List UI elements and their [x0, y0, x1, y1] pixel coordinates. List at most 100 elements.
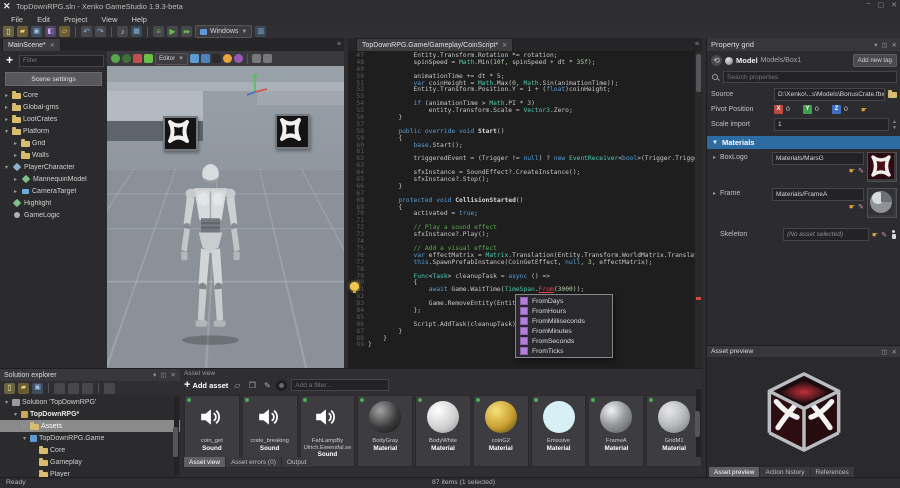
tab-coinscript[interactable]: TopDownRPG.Game/Gameplay/CoinScript* ✕	[356, 38, 513, 51]
windows-dropdown[interactable]: Windows ▼	[195, 25, 252, 38]
pin-icon[interactable]: ◫	[160, 371, 166, 379]
sphere-orange-icon[interactable]	[223, 54, 232, 63]
code-line[interactable]: 77 this.SpawnPrefabInstance(CoinGetEffec…	[348, 260, 702, 267]
undo-icon[interactable]	[81, 26, 92, 37]
scene-viewport[interactable]	[107, 66, 344, 368]
skeleton-field[interactable]: (No asset selected)	[783, 228, 869, 241]
browse-folder-icon[interactable]	[888, 92, 897, 98]
chevron-down-icon[interactable]: ▾	[21, 435, 28, 442]
open-icon[interactable]	[17, 26, 28, 37]
pivot-x-value[interactable]: 0	[786, 106, 800, 113]
screen-icon[interactable]	[131, 26, 142, 37]
chevron-right-icon[interactable]: ▸	[3, 116, 10, 123]
hand-picker-icon[interactable]: ☛	[861, 106, 867, 114]
code-editor[interactable]: 47 Entity.Transform.Rotation *= rotation…	[348, 51, 702, 368]
asset-preview-viewport[interactable]	[707, 357, 900, 467]
chevron-down-icon[interactable]: ▾	[12, 411, 19, 418]
tree-item-mannequinmodel[interactable]: ▸MannequinModel	[0, 173, 107, 185]
open-icon[interactable]	[18, 383, 29, 394]
chevron-right-icon[interactable]: ▸	[3, 92, 10, 99]
close-icon[interactable]: ✕	[892, 41, 897, 49]
add-green-icon[interactable]	[144, 54, 153, 63]
ref-b-icon[interactable]	[68, 383, 79, 394]
scale-import-field[interactable]: 1	[774, 118, 889, 131]
edit-pencil-icon[interactable]: ✎	[881, 231, 887, 239]
chevron-right-icon[interactable]: ▸	[21, 423, 28, 430]
material-field[interactable]: Materials/MarsG	[772, 152, 864, 165]
gray-a-icon[interactable]	[252, 54, 261, 63]
tab-mainscene[interactable]: MainScene* ✕	[2, 38, 61, 51]
material-field[interactable]: Materials/FrameA	[772, 188, 864, 201]
tree-item-cameratarget[interactable]: ▸CameraTarget	[0, 185, 107, 197]
chevron-right-icon[interactable]: ▸	[12, 188, 19, 195]
code-line[interactable]: 73 sfxInstance?.Play();	[348, 232, 702, 239]
close-icon[interactable]: ✕	[892, 348, 897, 356]
chevron-right-icon[interactable]: ▸	[711, 190, 718, 218]
edit-pencil-icon[interactable]: ✎	[858, 203, 864, 211]
sphere-purple-icon[interactable]	[234, 54, 243, 63]
tab-references[interactable]: References	[811, 467, 854, 477]
edit-icon[interactable]: ✎	[262, 380, 272, 390]
code-scrollbar[interactable]	[695, 51, 702, 368]
tree-item-solution-topdownrpg-[interactable]: ▾Solution 'TopDownRPG'	[0, 396, 180, 408]
lightbulb-icon[interactable]	[350, 282, 359, 291]
cube-red-icon[interactable]	[133, 54, 142, 63]
mannequin-character[interactable]	[163, 134, 258, 368]
screen-blue-icon[interactable]	[190, 54, 199, 63]
hierarchy-filter-input[interactable]	[19, 55, 104, 67]
close-icon[interactable]: ✕	[891, 1, 897, 9]
intellisense-item-fromhours[interactable]: FromHours	[516, 306, 612, 316]
asset-tile-framea[interactable]: FrameAMaterial	[588, 395, 644, 467]
chevron-down-icon[interactable]: ▾	[3, 128, 10, 135]
folder2-icon[interactable]	[59, 26, 70, 37]
editor-mode-dropdown[interactable]: Editor ▼	[155, 53, 188, 65]
menu-item-project[interactable]: Project	[57, 14, 94, 25]
scrollbar-thumb[interactable]	[696, 54, 701, 92]
save-icon[interactable]	[31, 26, 42, 37]
add-asset-button[interactable]: Add asset	[184, 379, 228, 391]
asset-filter-input[interactable]	[291, 379, 389, 391]
close-icon[interactable]: ✕	[502, 42, 507, 49]
code-line[interactable]: 56 }	[348, 115, 702, 122]
tree-item-core[interactable]: Core	[0, 444, 180, 456]
tree-item-gamelogic[interactable]: GameLogic	[0, 209, 107, 221]
tag-icon[interactable]: ▱	[232, 380, 242, 390]
asset-tile-bodygray[interactable]: BodyGrayMaterial	[357, 395, 413, 467]
chevron-right-icon[interactable]: ▸	[12, 176, 19, 183]
close-icon[interactable]: ✕	[171, 371, 176, 379]
intellisense-item-fromminutes[interactable]: FromMinutes	[516, 326, 612, 336]
skeleton-picker-icon[interactable]	[890, 230, 897, 239]
intellisense-item-frommilliseconds[interactable]: FromMilliseconds	[516, 316, 612, 326]
hamburger-icon[interactable]: ≡	[695, 41, 699, 48]
tab-asset-view[interactable]: Asset view	[184, 457, 225, 467]
step-icon[interactable]	[181, 26, 192, 37]
tab-output[interactable]: Output	[282, 457, 312, 467]
menu-item-file[interactable]: File	[4, 14, 30, 25]
redo-icon[interactable]	[95, 26, 106, 37]
edit-pencil-icon[interactable]: ✎	[858, 167, 864, 175]
snap-green-icon[interactable]	[111, 54, 120, 63]
asset-tile-bodywhite[interactable]: BodyWhiteMaterial	[415, 395, 471, 467]
chevron-right-icon[interactable]: ▸	[12, 152, 19, 159]
menu-item-view[interactable]: View	[94, 14, 124, 25]
tab-asset-errors-0-[interactable]: Asset errors (0)	[226, 457, 281, 467]
pin-icon[interactable]: ◫	[881, 41, 887, 49]
add-new-tag-button[interactable]: Add new tag	[853, 54, 897, 67]
menu-item-edit[interactable]: Edit	[30, 14, 57, 25]
tree-item-lootcrates[interactable]: ▸LootCrates	[0, 113, 107, 125]
material-thumbnail-metal[interactable]	[867, 188, 897, 218]
tree-item-core[interactable]: ▸Core	[0, 89, 107, 101]
tree-item-playercharacter[interactable]: ▾PlayerCharacter	[0, 161, 107, 173]
chevron-down-icon[interactable]: ▾	[3, 399, 10, 406]
pivot-z-value[interactable]: 0	[844, 106, 858, 113]
scene-settings-button[interactable]: Scene settings	[5, 72, 102, 86]
chevron-right-icon[interactable]: ▸	[711, 154, 718, 182]
maximize-icon[interactable]: ▢	[878, 1, 885, 9]
tree-item-assets[interactable]: ▸Assets	[0, 420, 180, 432]
minimize-icon[interactable]: −	[866, 1, 870, 9]
pivot-y-value[interactable]: 0	[815, 106, 829, 113]
tree-item-grid[interactable]: ▸Grid	[0, 137, 107, 149]
cube-blue-icon[interactable]	[201, 54, 210, 63]
chevron-down-icon[interactable]: ▼	[712, 140, 718, 146]
property-search-input[interactable]	[723, 71, 897, 83]
